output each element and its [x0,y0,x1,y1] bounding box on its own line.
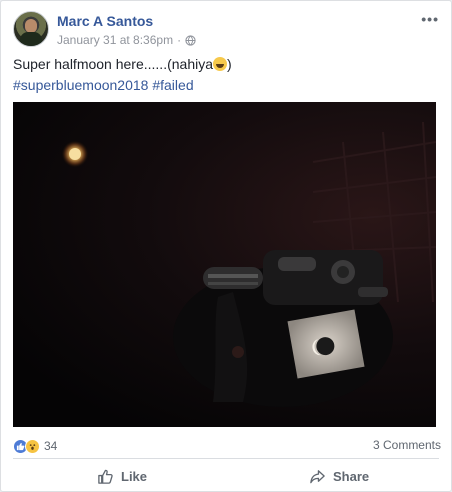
post-meta: January 31 at 8:36pm · [57,33,196,47]
like-button[interactable]: Like [97,463,147,489]
author-name[interactable]: Marc A Santos [57,13,153,29]
post-text-end: ) [227,56,232,72]
comments-count[interactable]: 3 Comments [373,438,441,452]
reactions-summary[interactable]: 34 [13,437,57,455]
post-header: Marc A Santos January 31 at 8:36pm · ••• [13,11,441,51]
laughing-emoji-icon [213,57,228,71]
avatar-body [20,32,42,46]
post-photo[interactable] [13,102,436,427]
hashtag-failed[interactable]: #failed [152,77,193,93]
more-options-icon[interactable]: ••• [421,11,439,27]
meta-separator: · [177,33,182,47]
reaction-count[interactable]: 34 [44,439,57,453]
hashtag-superbluemoon[interactable]: #superbluemoon2018 [13,77,148,93]
share-button[interactable]: Share [309,463,369,489]
globe-icon[interactable] [185,34,196,46]
share-label: Share [333,468,370,484]
post-card: Marc A Santos January 31 at 8:36pm · •••… [0,0,452,492]
avatar[interactable] [13,11,49,47]
avatar-face [25,19,37,33]
thumbs-up-icon [98,469,113,484]
wow-reaction-icon [25,438,40,454]
actions-divider [13,458,439,459]
post-text: Super halfmoon here......(nahiya) [13,56,232,72]
like-label: Like [121,468,148,484]
hashtags: #superbluemoon2018 #failed [13,77,194,93]
share-arrow-icon [310,469,325,483]
photo-scene [61,121,436,407]
post-text-main: Super halfmoon here......(nahiya [13,56,214,72]
post-timestamp[interactable]: January 31 at 8:36pm [57,33,173,47]
